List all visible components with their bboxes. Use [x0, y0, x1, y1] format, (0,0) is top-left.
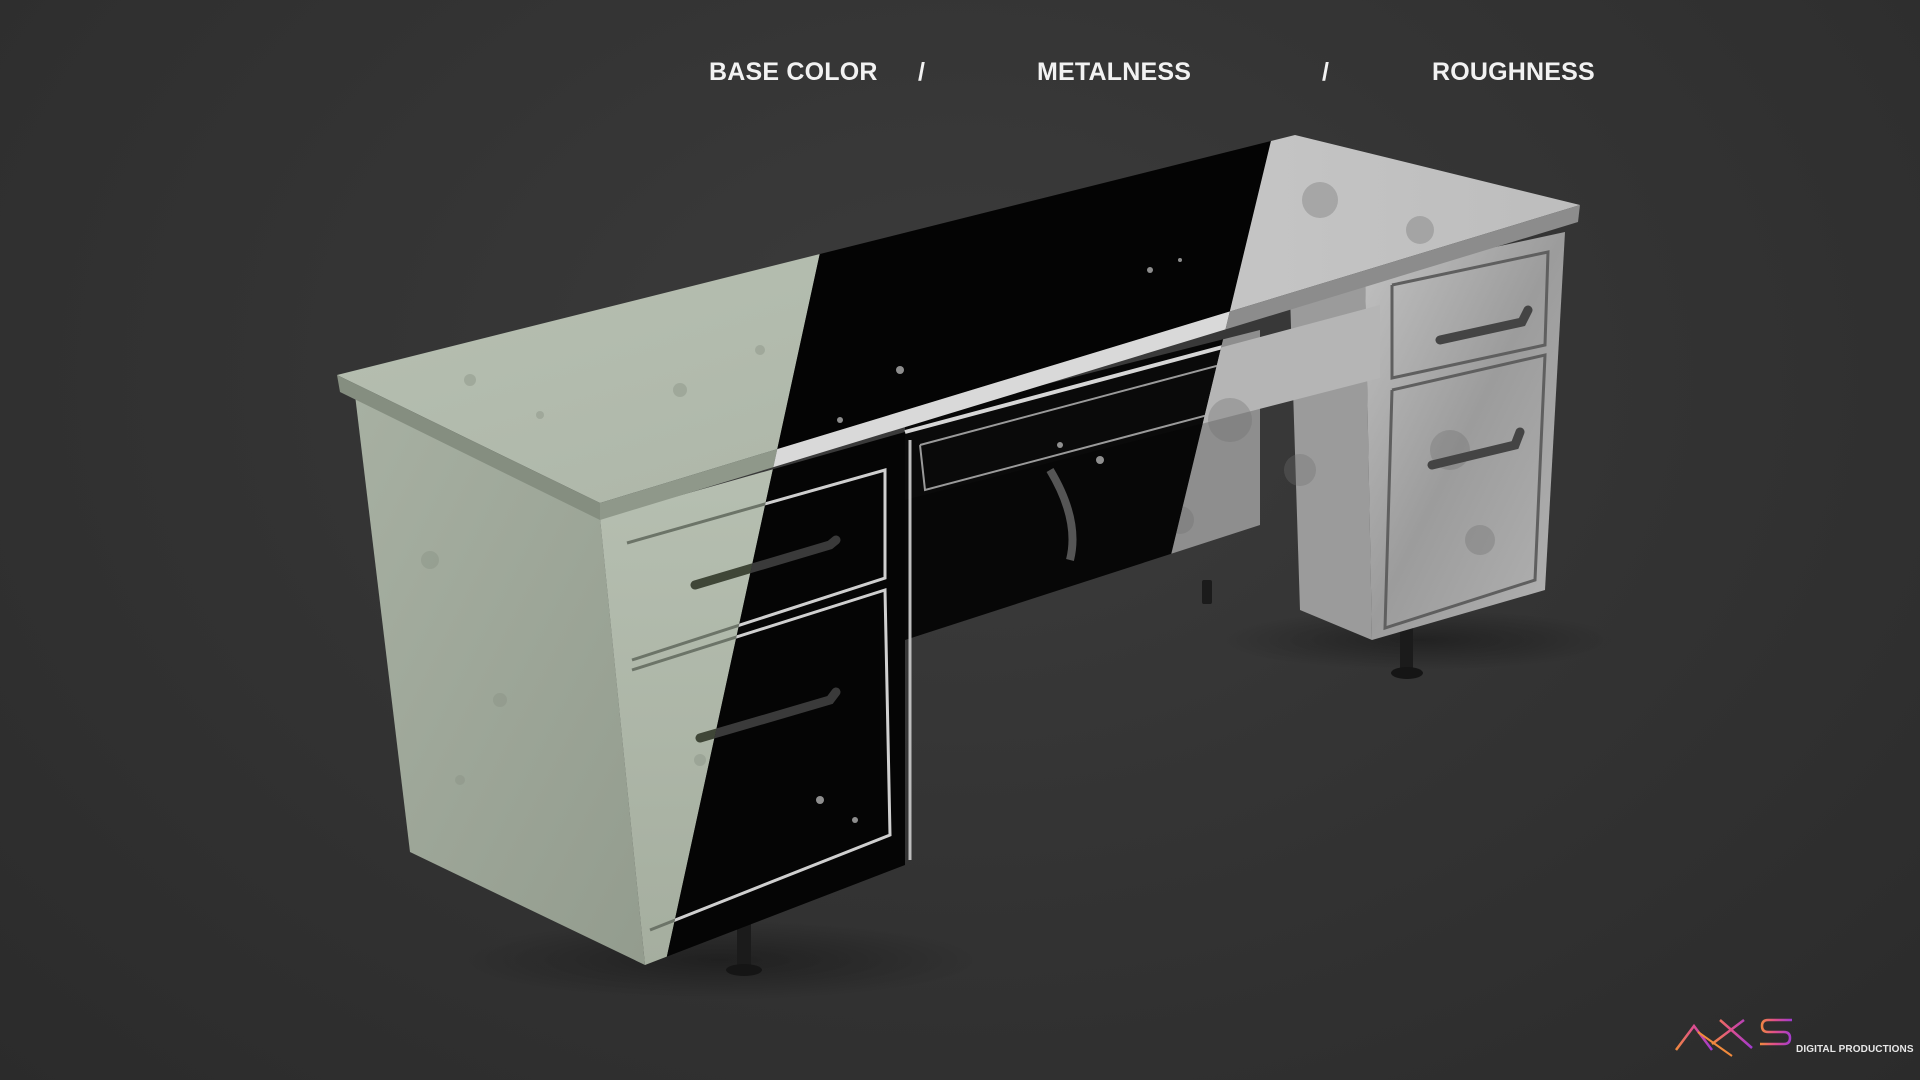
roughness-label: ROUGHNESS [1432, 58, 1595, 86]
render-viewport: BASE COLOR / METALNESS / ROUGHNESS DIGIT… [0, 0, 1920, 1080]
base-color-label: BASE COLOR [709, 58, 878, 86]
label-separator: / [1322, 58, 1330, 86]
label-separator: / [918, 58, 926, 86]
axis-logo-icon [1675, 1018, 1792, 1057]
desk-render [337, 135, 1620, 1000]
metalness-label: METALNESS [1037, 58, 1192, 86]
logo-text: DIGITAL PRODUCTIONS [1796, 1044, 1914, 1055]
